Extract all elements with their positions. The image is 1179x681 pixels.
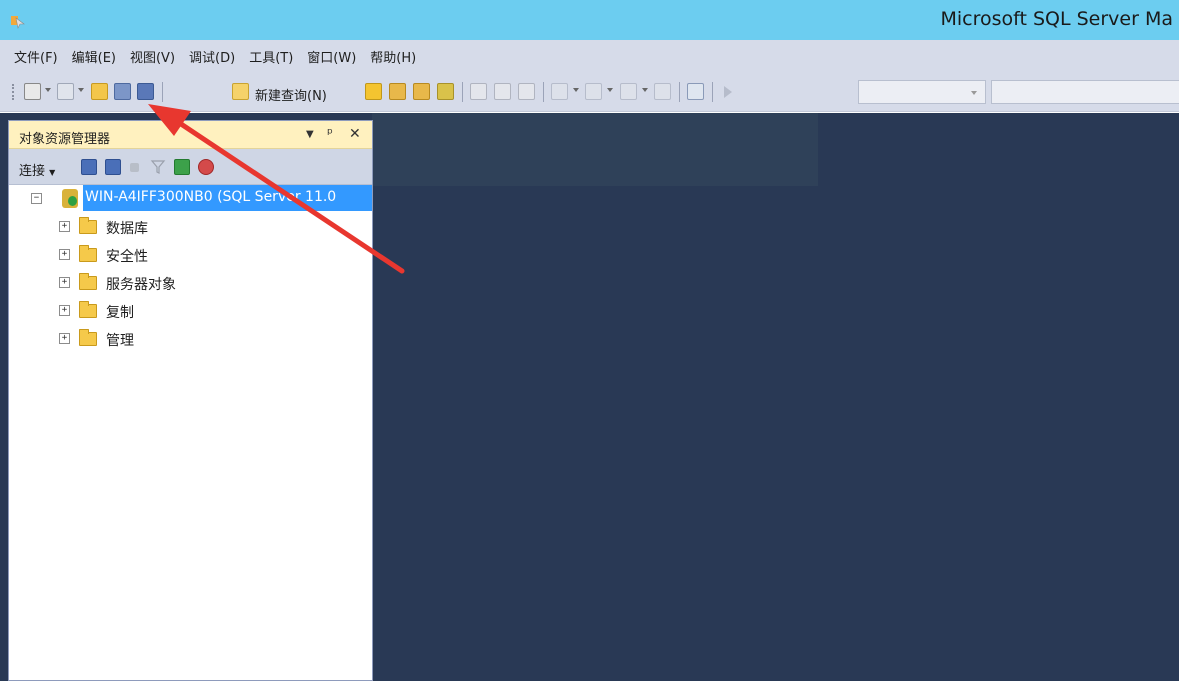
tree-node-databases[interactable]: + 数据库: [9, 213, 372, 241]
menu-window[interactable]: 窗口(W): [307, 47, 356, 66]
ssms-app-icon[interactable]: [10, 13, 26, 29]
navigate-backward-icon[interactable]: [620, 83, 637, 100]
disconnect-icon[interactable]: [105, 159, 121, 175]
navigate-backward-dropdown-icon[interactable]: [642, 88, 648, 92]
refresh-icon[interactable]: [174, 159, 190, 175]
add-item-icon[interactable]: [57, 83, 74, 100]
server-connected-icon: [62, 189, 78, 208]
object-explorer-tree: − WIN-A4IFF300NB0 (SQL Server 11.0 + 数据库…: [9, 185, 372, 353]
find-input[interactable]: [991, 80, 1179, 104]
filter-icon[interactable]: [150, 159, 166, 175]
workspace-panel: [372, 113, 818, 186]
folder-icon: [79, 273, 97, 290]
menu-view[interactable]: 视图(V): [130, 47, 175, 66]
close-icon[interactable]: ✕: [349, 126, 361, 142]
save-all-icon[interactable]: [137, 83, 154, 100]
window-position-dropdown-icon[interactable]: ▼: [306, 129, 314, 140]
tree-node-server-objects[interactable]: + 服务器对象: [9, 269, 372, 297]
window-title: Microsoft SQL Server Ma: [940, 8, 1173, 30]
save-icon[interactable]: [114, 83, 131, 100]
object-explorer-toolbar: 连接 ▼: [9, 149, 372, 185]
menu-debug[interactable]: 调试(D): [189, 47, 235, 66]
new-project-icon[interactable]: [24, 83, 41, 100]
activity-monitor-icon[interactable]: [198, 159, 214, 175]
folder-icon: [79, 301, 97, 318]
expand-icon[interactable]: +: [59, 305, 70, 316]
connect-label: 连接: [19, 164, 46, 179]
tree-node-label: 服务器对象: [106, 277, 176, 293]
connect-button[interactable]: 连接 ▼: [19, 160, 55, 179]
filter-shape: [150, 160, 166, 174]
copy-icon[interactable]: [494, 83, 511, 100]
chevron-down-icon: [971, 91, 977, 95]
tree-node-replication[interactable]: + 复制: [9, 297, 372, 325]
folder-icon: [79, 329, 97, 346]
expand-icon[interactable]: +: [59, 221, 70, 232]
expand-icon[interactable]: +: [59, 333, 70, 344]
database-engine-query-icon[interactable]: [365, 83, 382, 100]
object-explorer-panel: 对象资源管理器 ▼ ᵖ ✕ 连接 ▼ − WIN-A4IFF300NB0 (SQ…: [8, 120, 373, 681]
activity-monitor-icon[interactable]: [687, 83, 704, 100]
new-project-dropdown-icon[interactable]: [45, 88, 51, 92]
undo-icon[interactable]: [551, 83, 568, 100]
paste-icon[interactable]: [518, 83, 535, 100]
menu-edit[interactable]: 编辑(E): [72, 47, 116, 66]
folder-icon: [79, 217, 97, 234]
connect-object-explorer-icon[interactable]: [81, 159, 97, 175]
menu-help[interactable]: 帮助(H): [370, 47, 416, 66]
navigate-forward-icon[interactable]: [654, 83, 671, 100]
menu-file[interactable]: 文件(F): [14, 47, 58, 66]
expand-icon[interactable]: +: [59, 277, 70, 288]
tree-node-label: 数据库: [106, 221, 148, 237]
object-explorer-header: 对象资源管理器 ▼ ᵖ ✕: [9, 121, 372, 149]
stop-icon[interactable]: [130, 163, 139, 172]
chevron-down-icon: ▼: [49, 168, 56, 177]
analysis-mdx-query-icon[interactable]: [389, 83, 406, 100]
cut-icon[interactable]: [470, 83, 487, 100]
undo-dropdown-icon[interactable]: [573, 88, 579, 92]
toolbar-grip[interactable]: [12, 84, 15, 100]
redo-dropdown-icon[interactable]: [607, 88, 613, 92]
toolbar-separator: [543, 82, 544, 102]
tree-node-label: 管理: [106, 333, 134, 349]
solution-configurations-select[interactable]: [858, 80, 986, 104]
redo-icon[interactable]: [585, 83, 602, 100]
new-query-icon[interactable]: [232, 83, 249, 100]
new-query-button[interactable]: 新建查询(N): [255, 85, 327, 104]
menu-bar: 文件(F) 编辑(E) 视图(V) 调试(D) 工具(T) 窗口(W) 帮助(H…: [0, 40, 1179, 72]
object-explorer-title: 对象资源管理器: [19, 132, 111, 147]
pin-icon[interactable]: ᵖ: [327, 126, 333, 142]
server-node-label[interactable]: WIN-A4IFF300NB0 (SQL Server 11.0: [83, 185, 372, 211]
analysis-dmx-query-icon[interactable]: [413, 83, 430, 100]
toolbar-separator: [679, 82, 680, 102]
menu-tools[interactable]: 工具(T): [249, 47, 293, 66]
toolbar-separator: [462, 82, 463, 102]
add-item-dropdown-icon[interactable]: [78, 88, 84, 92]
standard-toolbar: 新建查询(N): [0, 72, 1179, 112]
title-bar: Microsoft SQL Server Ma: [0, 0, 1179, 40]
tree-node-label: 复制: [106, 305, 134, 321]
collapse-icon[interactable]: −: [31, 193, 42, 204]
toolbar-separator: [162, 82, 163, 102]
start-debugging-icon[interactable]: [722, 85, 734, 99]
tree-node-server[interactable]: − WIN-A4IFF300NB0 (SQL Server 11.0: [9, 185, 372, 213]
tree-node-label: 安全性: [106, 249, 148, 265]
expand-icon[interactable]: +: [59, 249, 70, 260]
analysis-xmla-query-icon[interactable]: [437, 83, 454, 100]
open-file-icon[interactable]: [91, 83, 108, 100]
folder-icon: [79, 245, 97, 262]
tree-node-security[interactable]: + 安全性: [9, 241, 372, 269]
tree-node-management[interactable]: + 管理: [9, 325, 372, 353]
toolbar-separator: [712, 82, 713, 102]
